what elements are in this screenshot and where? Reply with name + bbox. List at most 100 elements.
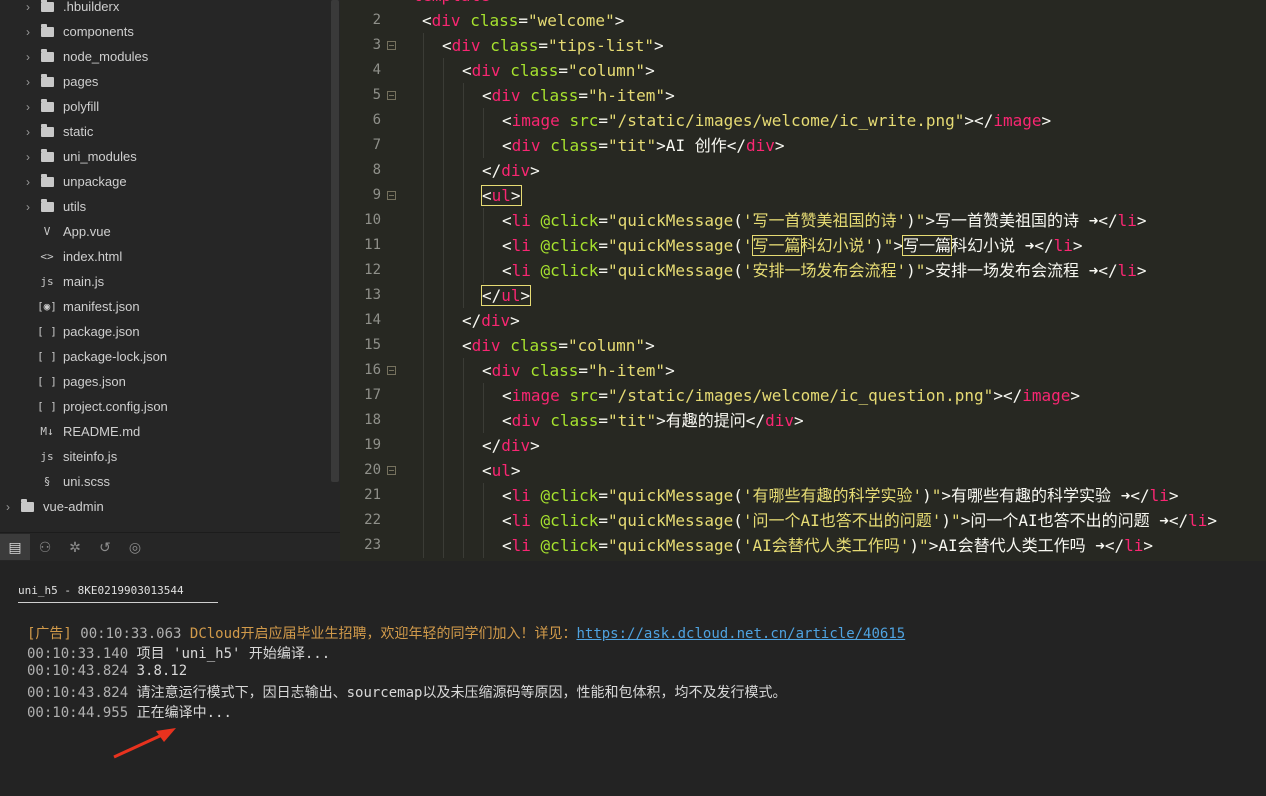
code-line[interactable]: 1 <template> — [341, 0, 1266, 8]
console-ad-line: [广告] 00:10:33.063 DCloud开启应届毕业生招聘，欢迎年轻的同… — [27, 623, 905, 643]
sidebar-toolbar: ▤ ⚇ ✲ ↺ ◎ — [0, 532, 340, 561]
sidebar-item[interactable]: › static — [0, 119, 340, 144]
indent-guide — [423, 458, 424, 483]
code-line[interactable]: 22 <li @click="quickMessage('问一个AI也答不出的问题… — [341, 508, 1266, 533]
sidebar-item[interactable]: › polyfill — [0, 94, 340, 119]
code-text: </ul> — [480, 285, 532, 306]
log-text: 正在编译中... — [136, 705, 232, 721]
fold-toggle-icon[interactable] — [387, 366, 396, 375]
indent-guide — [443, 58, 444, 83]
code-text: <li @click="quickMessage('问一个AI也答不出的问题')… — [502, 511, 1218, 530]
code-line[interactable]: 10 <li @click="quickMessage('写一首赞美祖国的诗')"… — [341, 208, 1266, 233]
folder-icon — [39, 23, 55, 37]
browser-icon[interactable]: ◎ — [120, 534, 150, 560]
code-line[interactable]: 11 <li @click="quickMessage('写一篇科幻小说')">写… — [341, 233, 1266, 258]
sidebar-item[interactable]: [ ] package.json — [0, 319, 340, 344]
fold-toggle-icon[interactable] — [387, 91, 396, 100]
sidebar-item-label: pages.json — [63, 374, 126, 389]
sidebar-item[interactable]: › utils — [0, 194, 340, 219]
sidebar-scrollbar[interactable] — [331, 0, 339, 482]
code-text: </div> — [482, 436, 540, 455]
sidebar-item[interactable]: js siteinfo.js — [0, 444, 340, 469]
chevron-right-icon[interactable]: › — [23, 50, 33, 64]
chevron-right-icon[interactable]: › — [3, 500, 13, 514]
sidebar-item-label: README.md — [63, 424, 141, 439]
sidebar-item[interactable]: [◉] manifest.json — [0, 294, 340, 319]
code-editor[interactable]: 1 <template> 2 <div class="welcome"> 3 <div c… — [341, 0, 1266, 561]
chevron-right-icon[interactable]: › — [23, 175, 33, 189]
project-folder-icon — [19, 498, 35, 512]
chevron-right-icon[interactable]: › — [23, 75, 33, 89]
code-line[interactable]: 16 <div class="h-item"> — [341, 358, 1266, 383]
code-line[interactable]: 21 <li @click="quickMessage('有哪些有趣的科学实验')… — [341, 483, 1266, 508]
code-line[interactable]: 13 </ul> — [341, 283, 1266, 308]
code-line[interactable]: 19 </div> — [341, 433, 1266, 458]
code-text: <div class="column"> — [462, 61, 655, 80]
ad-link[interactable]: https://ask.dcloud.net.cn/article/40615 — [576, 626, 905, 642]
code-line[interactable]: 18 <div class="tit">有趣的提问</div> — [341, 408, 1266, 433]
project-explorer-icon[interactable]: ▤ — [0, 534, 30, 560]
code-line[interactable]: 5 <div class="h-item"> — [341, 83, 1266, 108]
sidebar-item[interactable]: › uni_modules — [0, 144, 340, 169]
fold-toggle-icon[interactable] — [387, 466, 396, 475]
folder-icon — [39, 148, 55, 162]
plugin-icon[interactable]: ⚇ — [30, 534, 60, 560]
sidebar-item[interactable]: M↓ README.md — [0, 419, 340, 444]
sidebar-item[interactable]: › node_modules — [0, 44, 340, 69]
file-icon: § — [43, 475, 51, 488]
code-line[interactable]: 9 <ul> — [341, 183, 1266, 208]
chevron-right-icon[interactable]: › — [23, 150, 33, 164]
sidebar-item[interactable]: › pages — [0, 69, 340, 94]
sidebar-item-label: unpackage — [63, 174, 127, 189]
git-icon[interactable]: ↺ — [90, 534, 120, 560]
line-number: 21 — [364, 487, 381, 503]
code-line[interactable]: 15 <div class="column"> — [341, 333, 1266, 358]
console-tab[interactable]: uni_h5 - 8KE0219903013544 — [18, 584, 218, 603]
sidebar-item[interactable]: V App.vue — [0, 219, 340, 244]
chevron-right-icon[interactable]: › — [23, 25, 33, 39]
code-text: <div class="tit">AI 创作</div> — [502, 136, 785, 155]
indent-guide — [463, 508, 464, 533]
sidebar-item[interactable]: [ ] project.config.json — [0, 394, 340, 419]
indent-guide — [423, 83, 424, 108]
ad-prefix: [广告] — [27, 626, 72, 642]
sidebar-item[interactable]: › components — [0, 19, 340, 44]
indent-guide — [443, 333, 444, 358]
sidebar-project-vue-admin[interactable]: › vue-admin — [0, 494, 340, 519]
indent-guide — [463, 158, 464, 183]
chevron-right-icon[interactable]: › — [23, 100, 33, 114]
sidebar-item-label: package-lock.json — [63, 349, 168, 364]
fold-toggle-icon[interactable] — [387, 191, 396, 200]
fold-toggle-icon[interactable] — [387, 41, 396, 50]
chevron-right-icon[interactable]: › — [23, 200, 33, 214]
code-line[interactable]: 17 <image src="/static/images/welcome/ic_… — [341, 383, 1266, 408]
code-line[interactable]: 2 <div class="welcome"> — [341, 8, 1266, 33]
code-line[interactable]: 20 <ul> — [341, 458, 1266, 483]
debug-icon[interactable]: ✲ — [60, 534, 90, 560]
code-line[interactable]: 12 <li @click="quickMessage('安排一场发布会流程')"… — [341, 258, 1266, 283]
sidebar-item[interactable]: › unpackage — [0, 169, 340, 194]
sidebar-item[interactable]: [ ] pages.json — [0, 369, 340, 394]
code-text: </div> — [462, 311, 520, 330]
chevron-right-icon[interactable]: › — [23, 125, 33, 139]
sidebar-item[interactable]: <> index.html — [0, 244, 340, 269]
sidebar-item-label: pages — [63, 74, 99, 89]
indent-guide — [443, 308, 444, 333]
indent-guide — [443, 483, 444, 508]
sidebar-item[interactable]: [ ] package-lock.json — [0, 344, 340, 369]
code-line[interactable]: 23 <li @click="quickMessage('AI会替代人类工作吗')… — [341, 533, 1266, 558]
indent-guide — [483, 508, 484, 533]
code-line[interactable]: 6 <image src="/static/images/welcome/ic_w… — [341, 108, 1266, 133]
chevron-right-icon[interactable]: › — [23, 0, 33, 14]
sidebar-item[interactable]: › .hbuilderx — [0, 0, 340, 19]
code-line[interactable]: 4 <div class="column"> — [341, 58, 1266, 83]
code-line[interactable]: 3 <div class="tips-list"> — [341, 33, 1266, 58]
code-line[interactable]: 8 </div> — [341, 158, 1266, 183]
sidebar-item[interactable]: js main.js — [0, 269, 340, 294]
indent-guide — [423, 283, 424, 308]
sidebar-item[interactable]: § uni.scss — [0, 469, 340, 494]
code-line[interactable]: 14 </div> — [341, 308, 1266, 333]
code-line[interactable]: 7 <div class="tit">AI 创作</div> — [341, 133, 1266, 158]
sidebar-item-label: index.html — [63, 249, 123, 264]
line-number: 13 — [364, 287, 381, 303]
